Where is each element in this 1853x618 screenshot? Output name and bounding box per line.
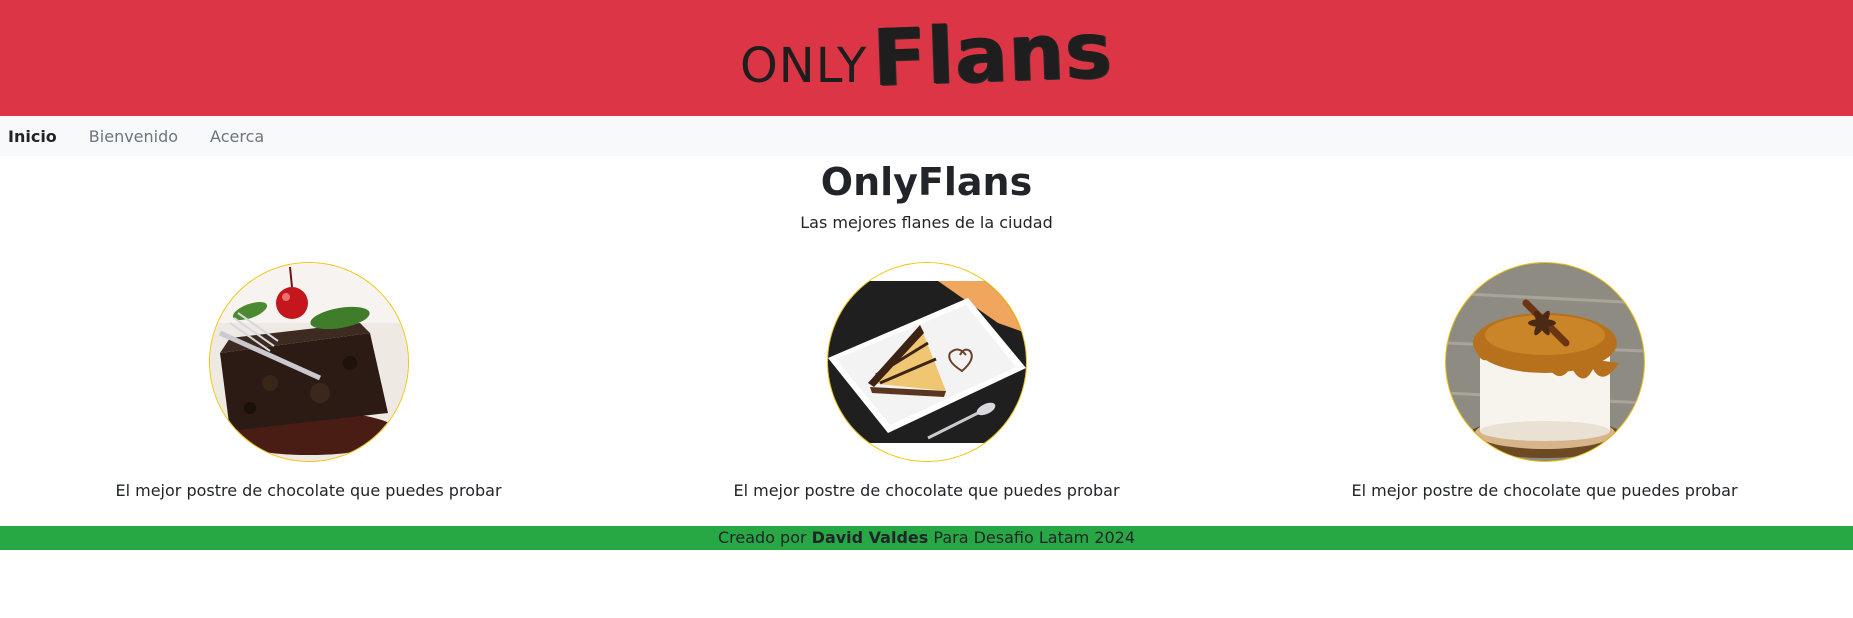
dessert-cards: El mejor postre de chocolate que puedes … — [0, 262, 1853, 502]
page-subtitle: Las mejores flanes de la ciudad — [800, 213, 1053, 232]
footer-suffix: Para Desafio Latam 2024 — [933, 528, 1136, 547]
logo-flans-text: Flans — [871, 5, 1115, 105]
card-caption: El mejor postre de chocolate que puedes … — [115, 481, 502, 500]
caramel-flan-image — [1444, 262, 1645, 462]
dessert-card: El mejor postre de chocolate que puedes … — [618, 262, 1235, 502]
cake-slice-plate-image — [826, 262, 1027, 462]
nav-item-acerca[interactable]: Acerca — [210, 127, 264, 146]
card-caption: El mejor postre de chocolate que puedes … — [733, 481, 1120, 500]
footer-prefix: Creado por — [717, 528, 807, 547]
card-caption: El mejor postre de chocolate que puedes … — [1351, 481, 1738, 500]
footer-author: David Valdes — [811, 528, 929, 547]
page-title: OnlyFlans — [820, 160, 1033, 204]
site-header: ONLY Flans — [0, 0, 1853, 116]
site-footer: Creado por David Valdes Para Desafio Lat… — [0, 526, 1853, 550]
dessert-card: El mejor postre de chocolate que puedes … — [0, 262, 617, 502]
site-logo[interactable]: ONLY Flans — [740, 6, 1114, 104]
main-content: OnlyFlans Las mejores flanes de la ciuda… — [0, 156, 1853, 502]
dessert-card: El mejor postre de chocolate que puedes … — [1236, 262, 1853, 502]
nav-item-bienvenido[interactable]: Bienvenido — [89, 127, 178, 146]
nav-item-inicio[interactable]: Inicio — [8, 127, 57, 146]
chocolate-cake-image — [208, 262, 409, 462]
navbar: Inicio Bienvenido Acerca — [0, 116, 1853, 156]
logo-only-text: ONLY — [740, 38, 868, 94]
